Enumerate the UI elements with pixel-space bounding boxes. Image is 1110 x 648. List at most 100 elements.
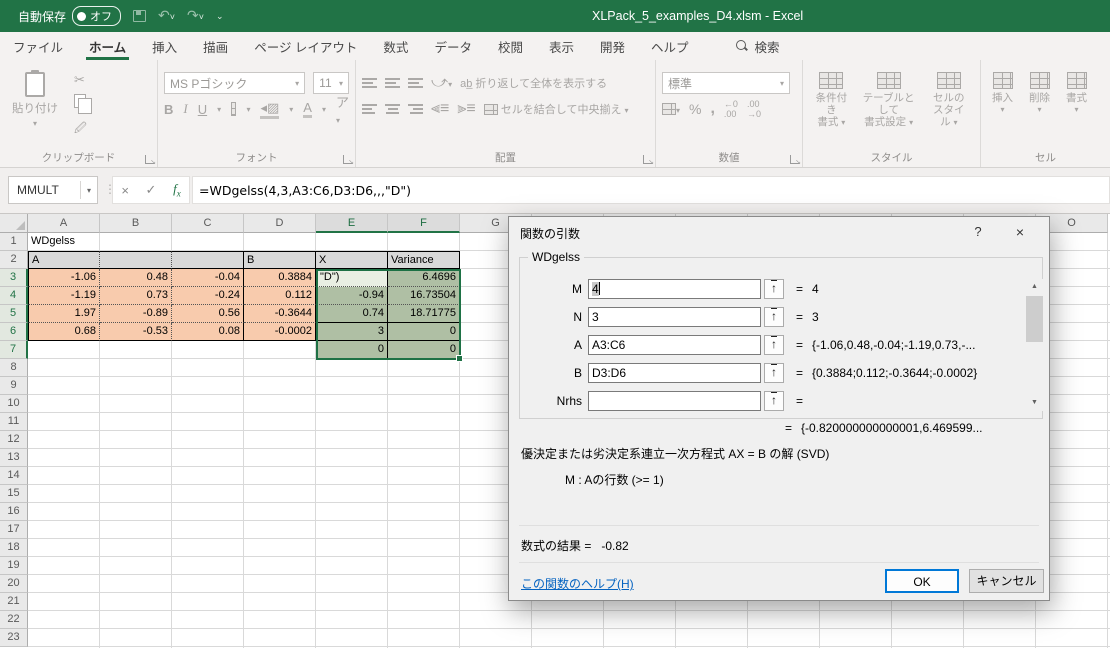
row-header-3[interactable]: 3 — [0, 269, 28, 287]
style-button-2[interactable]: セルの スタイル ▾ — [924, 72, 974, 129]
row-header-2[interactable]: 2 — [0, 251, 28, 269]
align-right-icon[interactable] — [408, 104, 423, 114]
tab-ホーム[interactable]: ホーム — [76, 32, 139, 60]
column-header-F[interactable]: F — [388, 214, 460, 233]
cell-F5[interactable]: 18.71775 — [388, 305, 460, 323]
number-dialog-launcher-icon[interactable] — [790, 155, 801, 166]
cells-button-削除[interactable]: 削除 ▾ — [1024, 72, 1055, 116]
number-format-select[interactable]: 標準 ▾ — [662, 72, 790, 94]
dialog-help-icon[interactable]: ? — [969, 223, 987, 241]
cell-C6[interactable]: 0.08 — [172, 323, 244, 341]
cell-A5[interactable]: 1.97 — [28, 305, 100, 323]
tab-挿入[interactable]: 挿入 — [139, 32, 190, 60]
cell-F4[interactable]: 16.73504 — [388, 287, 460, 305]
cell-B6[interactable]: -0.53 — [100, 323, 172, 341]
cell-F7[interactable]: 0 — [388, 341, 460, 359]
insert-function-icon[interactable]: fx — [173, 181, 181, 199]
save-icon[interactable] — [133, 10, 147, 22]
cell-E3[interactable]: "D") — [316, 269, 388, 287]
row-header-1[interactable]: 1 — [0, 233, 28, 251]
style-button-0[interactable]: 条件付き 書式 ▾ — [809, 72, 854, 129]
cell-E6[interactable]: 3 — [316, 323, 388, 341]
cell-E4[interactable]: -0.94 — [316, 287, 388, 305]
row-header-7[interactable]: 7 — [0, 341, 28, 359]
row-header-5[interactable]: 5 — [0, 305, 28, 323]
scroll-up-icon[interactable]: ▲ — [1026, 279, 1043, 295]
row-header-23[interactable]: 23 — [0, 629, 28, 647]
column-header-D[interactable]: D — [244, 214, 316, 233]
function-help-link[interactable]: この関数のヘルプ(H) — [521, 575, 634, 592]
column-header-A[interactable]: A — [28, 214, 100, 233]
cell-E7[interactable]: 0 — [316, 341, 388, 359]
select-all-corner[interactable] — [0, 214, 28, 233]
align-middle-icon[interactable] — [385, 78, 400, 88]
row-header-10[interactable]: 10 — [0, 395, 28, 413]
tab-表示[interactable]: 表示 — [536, 32, 587, 60]
cell-C3[interactable]: -0.04 — [172, 269, 244, 287]
tab-ファイル[interactable]: ファイル — [0, 32, 76, 60]
align-bottom-icon[interactable] — [408, 78, 423, 88]
comma-style-button[interactable]: , — [710, 100, 714, 118]
row-header-11[interactable]: 11 — [0, 413, 28, 431]
paste-button[interactable]: 貼り付け ▾ — [6, 70, 64, 140]
alignment-dialog-launcher-icon[interactable] — [643, 155, 654, 166]
row-header-17[interactable]: 17 — [0, 521, 28, 539]
range-selector-icon-N[interactable]: ↑ — [764, 307, 784, 327]
merge-center-button[interactable]: セルを結合して中央揃え ▾ — [483, 101, 629, 117]
row-header-4[interactable]: 4 — [0, 287, 28, 305]
cell-D2[interactable]: B — [244, 251, 316, 269]
underline-button[interactable]: U — [198, 102, 207, 117]
row-header-20[interactable]: 20 — [0, 575, 28, 593]
row-header-9[interactable]: 9 — [0, 377, 28, 395]
cell-F3[interactable]: 6.4696 — [388, 269, 460, 287]
cell-B3[interactable]: 0.48 — [100, 269, 172, 287]
phonetic-icon[interactable]: ア▾ — [336, 92, 349, 126]
column-header-C[interactable]: C — [172, 214, 244, 233]
italic-button[interactable]: I — [183, 101, 187, 117]
column-header-E[interactable]: E — [316, 214, 388, 233]
tab-ページ レイアウト[interactable]: ページ レイアウト — [241, 32, 370, 60]
cell-E2[interactable]: X — [316, 251, 388, 269]
copy-icon[interactable]: ▾ — [74, 94, 92, 114]
redo-icon[interactable]: ↷˅ — [187, 8, 204, 24]
argument-input-B[interactable]: D3:D6 — [588, 363, 761, 383]
font-size-select[interactable]: 11 ▾ — [313, 72, 349, 94]
formula-input[interactable]: =WDgelss(4,3,A3:C6,D3:D6,,,"D") — [192, 176, 1110, 204]
fill-handle[interactable] — [456, 355, 463, 362]
format-painter-icon[interactable]: 🖉 — [74, 119, 90, 140]
row-header-16[interactable]: 16 — [0, 503, 28, 521]
name-box[interactable]: MMULT ▾ — [8, 176, 98, 204]
cells-button-書式[interactable]: 書式 ▾ — [1061, 72, 1092, 116]
cells-button-挿入[interactable]: 挿入 ▾ — [987, 72, 1018, 116]
cell-B4[interactable]: 0.73 — [100, 287, 172, 305]
row-header-15[interactable]: 15 — [0, 485, 28, 503]
ok-button[interactable]: OK — [885, 569, 959, 593]
cancel-entry-icon[interactable]: × — [121, 183, 129, 198]
cell-F2[interactable]: Variance — [388, 251, 460, 269]
align-top-icon[interactable] — [362, 78, 377, 88]
cell-D4[interactable]: 0.112 — [244, 287, 316, 305]
increase-indent-icon[interactable]: ⫸≡ — [457, 100, 475, 118]
range-selector-icon-A[interactable]: ↑ — [764, 335, 784, 355]
font-dialog-launcher-icon[interactable] — [343, 155, 354, 166]
column-header-B[interactable]: B — [100, 214, 172, 233]
cell-C2[interactable] — [172, 251, 244, 269]
autosave-toggle[interactable]: 自動保存 オフ — [18, 6, 122, 26]
dialog-title-bar[interactable]: 関数の引数 ? × — [509, 217, 1049, 247]
dialog-scrollbar[interactable]: ▲ ▼ — [1026, 279, 1043, 411]
tab-開発[interactable]: 開発 — [587, 32, 638, 60]
wrap-text-button[interactable]: ab̲ 折り返して全体を表示する — [460, 75, 607, 91]
row-header-6[interactable]: 6 — [0, 323, 28, 341]
range-selector-icon-M[interactable]: ↑ — [764, 279, 784, 299]
scrollbar-thumb[interactable] — [1026, 296, 1043, 342]
cancel-button[interactable]: キャンセル — [969, 569, 1044, 593]
cell-A6[interactable]: 0.68 — [28, 323, 100, 341]
tab-データ[interactable]: データ — [421, 32, 485, 60]
range-selector-icon-B[interactable]: ↑ — [764, 363, 784, 383]
tab-数式[interactable]: 数式 — [370, 32, 421, 60]
argument-input-M[interactable]: 4 — [588, 279, 761, 299]
cell-A1[interactable]: WDgelss — [28, 233, 100, 251]
cell-D6[interactable]: -0.0002 — [244, 323, 316, 341]
font-color-icon[interactable]: A — [303, 100, 312, 118]
range-selector-icon-Nrhs[interactable]: ↑ — [764, 391, 784, 411]
